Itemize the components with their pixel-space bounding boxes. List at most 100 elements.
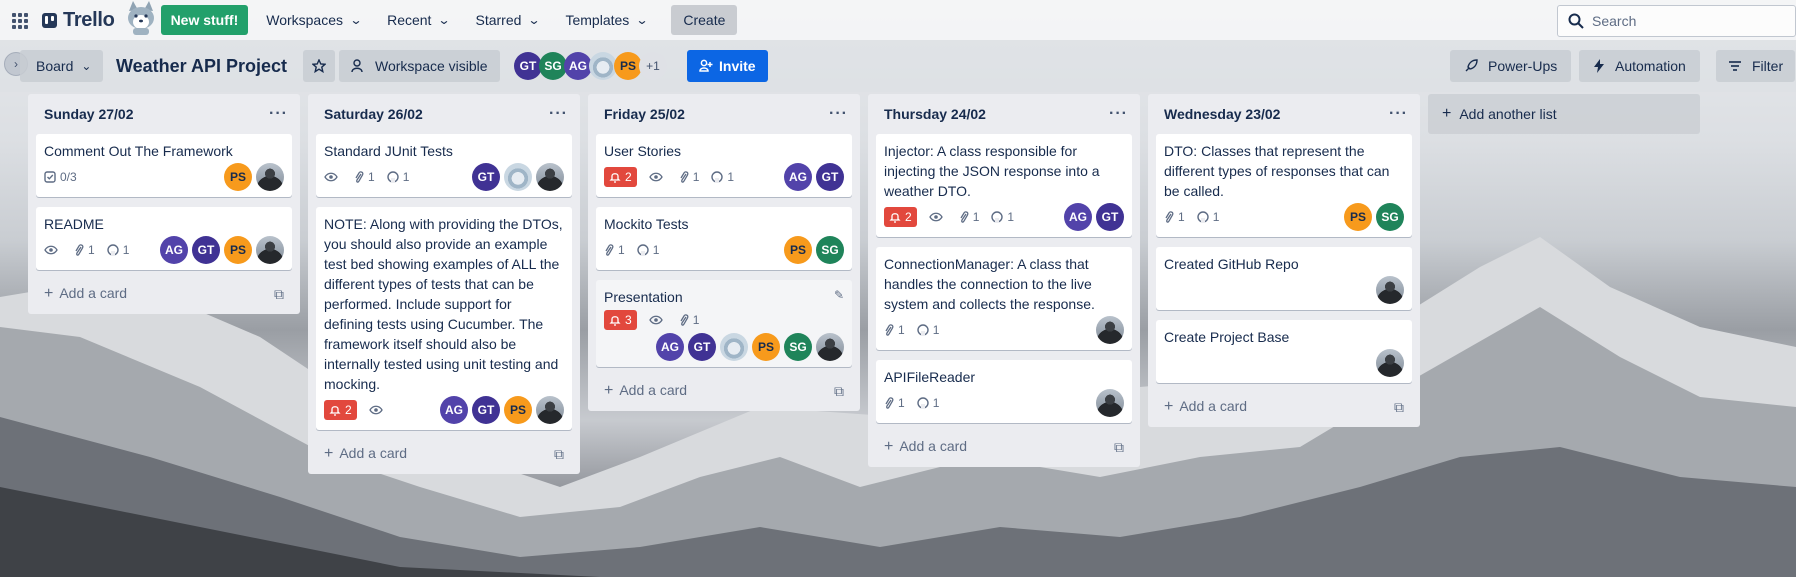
invite-button[interactable]: Invite bbox=[687, 50, 768, 82]
automation-button[interactable]: Automation bbox=[1579, 50, 1700, 82]
member-avatar[interactable] bbox=[720, 333, 748, 361]
card[interactable]: README 1 1 AG GT PS bbox=[36, 207, 292, 270]
member-avatar[interactable] bbox=[536, 163, 564, 191]
card-template-icon[interactable]: ⧉ bbox=[274, 286, 284, 303]
starred-menu[interactable]: Starred ⌄ bbox=[466, 4, 550, 36]
member-avatar[interactable]: SG bbox=[1376, 203, 1404, 231]
list-menu-icon[interactable]: ··· bbox=[829, 105, 848, 123]
member-avatar[interactable]: SG bbox=[816, 236, 844, 264]
card[interactable]: Injector: A class responsible for inject… bbox=[876, 134, 1132, 237]
member-avatar[interactable] bbox=[1376, 349, 1404, 377]
card-template-icon[interactable]: ⧉ bbox=[834, 383, 844, 400]
card[interactable]: ConnectionManager: A class that handles … bbox=[876, 247, 1132, 350]
member-avatar[interactable] bbox=[1096, 389, 1124, 417]
card-title: Created GitHub Repo bbox=[1164, 256, 1299, 272]
add-card-button[interactable]: + Add a card bbox=[604, 382, 687, 400]
member-avatar[interactable]: PS bbox=[614, 52, 642, 80]
attachment-badge: 1 bbox=[884, 320, 905, 340]
due-badge: 3 bbox=[604, 310, 637, 330]
card[interactable]: ✎ Presentation 3 1 AG GT PS SG bbox=[596, 280, 852, 367]
member-avatar[interactable] bbox=[1096, 316, 1124, 344]
card-template-icon[interactable]: ⧉ bbox=[1394, 399, 1404, 416]
power-ups-button[interactable]: Power-Ups bbox=[1450, 50, 1572, 82]
member-avatar[interactable]: PS bbox=[504, 396, 532, 424]
visibility-button[interactable]: Workspace visible bbox=[339, 50, 500, 82]
workspaces-menu[interactable]: Workspaces ⌄ bbox=[256, 4, 371, 36]
new-stuff-button[interactable]: New stuff! bbox=[160, 5, 249, 35]
add-card-button[interactable]: + Add a card bbox=[44, 285, 127, 303]
app-switcher-icon[interactable] bbox=[10, 10, 30, 30]
edit-pencil-icon[interactable]: ✎ bbox=[834, 288, 844, 302]
add-list-button[interactable]: + Add another list bbox=[1428, 94, 1700, 134]
list-menu-icon[interactable]: ··· bbox=[549, 105, 568, 123]
paperclip-icon bbox=[605, 243, 614, 256]
member-avatar[interactable] bbox=[536, 396, 564, 424]
list-menu-icon[interactable]: ··· bbox=[269, 105, 288, 123]
card[interactable]: DTO: Classes that represent the differen… bbox=[1156, 134, 1412, 237]
eye-icon bbox=[44, 245, 58, 255]
member-avatar[interactable]: PS bbox=[224, 163, 252, 191]
board-title[interactable]: Weather API Project bbox=[116, 50, 287, 82]
member-avatar[interactable]: GT bbox=[816, 163, 844, 191]
add-card-button[interactable]: + Add a card bbox=[1164, 398, 1247, 416]
card[interactable]: Comment Out The Framework 0/3 PS bbox=[36, 134, 292, 197]
bell-icon bbox=[889, 213, 901, 223]
member-avatar[interactable] bbox=[256, 163, 284, 191]
member-avatar[interactable]: AG bbox=[564, 52, 592, 80]
list-thursday: Thursday 24/02 ··· Injector: A class resp… bbox=[868, 94, 1140, 467]
member-avatar[interactable]: PS bbox=[784, 236, 812, 264]
card[interactable]: APIFileReader 1 1 bbox=[876, 360, 1132, 423]
star-board-button[interactable] bbox=[303, 50, 335, 82]
member-avatar[interactable] bbox=[1376, 276, 1404, 304]
list-menu-icon[interactable]: ··· bbox=[1389, 105, 1408, 123]
card[interactable]: NOTE: Along with providing the DTOs, you… bbox=[316, 207, 572, 430]
member-avatar[interactable]: AG bbox=[440, 396, 468, 424]
search-input[interactable]: Search bbox=[1557, 5, 1796, 37]
card[interactable]: Create Project Base bbox=[1156, 320, 1412, 383]
list-title[interactable]: Wednesday 23/02 bbox=[1164, 106, 1280, 122]
add-card-button[interactable]: + Add a card bbox=[884, 438, 967, 456]
member-avatar[interactable]: GT bbox=[688, 333, 716, 361]
board-view-switcher[interactable]: Board ⌄ bbox=[20, 50, 104, 82]
list-title[interactable]: Sunday 27/02 bbox=[44, 106, 134, 122]
member-avatar[interactable]: GT bbox=[472, 396, 500, 424]
member-avatar[interactable]: GT bbox=[192, 236, 220, 264]
recent-menu[interactable]: Recent ⌄ bbox=[377, 4, 459, 36]
list-title[interactable]: Thursday 24/02 bbox=[884, 106, 986, 122]
member-avatar[interactable]: SG bbox=[784, 333, 812, 361]
card-template-icon[interactable]: ⧉ bbox=[554, 446, 564, 463]
trello-logo[interactable]: Trello bbox=[42, 9, 115, 32]
list-title[interactable]: Friday 25/02 bbox=[604, 106, 685, 122]
member-avatar[interactable] bbox=[504, 163, 532, 191]
github-icon bbox=[916, 397, 929, 409]
member-avatar[interactable] bbox=[589, 52, 617, 80]
templates-menu[interactable]: Templates ⌄ bbox=[555, 4, 657, 36]
member-avatar[interactable]: GT bbox=[514, 52, 542, 80]
list-title[interactable]: Saturday 26/02 bbox=[324, 106, 423, 122]
add-card-button[interactable]: + Add a card bbox=[324, 445, 407, 463]
member-avatar[interactable]: PS bbox=[224, 236, 252, 264]
member-avatar[interactable] bbox=[256, 236, 284, 264]
member-avatar[interactable]: AG bbox=[1064, 203, 1092, 231]
card[interactable]: Mockito Tests 1 1 PS SG bbox=[596, 207, 852, 270]
card[interactable]: Standard JUnit Tests 1 1 GT bbox=[316, 134, 572, 197]
member-avatar[interactable]: AG bbox=[784, 163, 812, 191]
top-navigation-bar: Trello New stuff! Workspaces ⌄ Recent ⌄ St… bbox=[0, 0, 1796, 40]
filter-button[interactable]: Filter bbox=[1716, 50, 1796, 82]
member-avatar[interactable]: GT bbox=[1096, 203, 1124, 231]
member-avatar[interactable]: PS bbox=[1344, 203, 1372, 231]
card[interactable]: User Stories 2 1 1 AG GT bbox=[596, 134, 852, 197]
member-avatar[interactable] bbox=[816, 333, 844, 361]
member-avatar[interactable]: AG bbox=[656, 333, 684, 361]
list-menu-icon[interactable]: ··· bbox=[1109, 105, 1128, 123]
create-button[interactable]: Create bbox=[671, 5, 738, 35]
member-avatar[interactable]: GT bbox=[472, 163, 500, 191]
card[interactable]: Created GitHub Repo bbox=[1156, 247, 1412, 310]
member-avatar[interactable]: PS bbox=[752, 333, 780, 361]
bell-icon bbox=[609, 316, 621, 326]
board-header: › Board ⌄ Weather API Project Workspace v… bbox=[0, 40, 1796, 92]
more-members-button[interactable]: +1 bbox=[639, 52, 667, 80]
member-avatar[interactable]: AG bbox=[160, 236, 188, 264]
member-avatar[interactable]: SG bbox=[539, 52, 567, 80]
card-template-icon[interactable]: ⧉ bbox=[1114, 439, 1124, 456]
